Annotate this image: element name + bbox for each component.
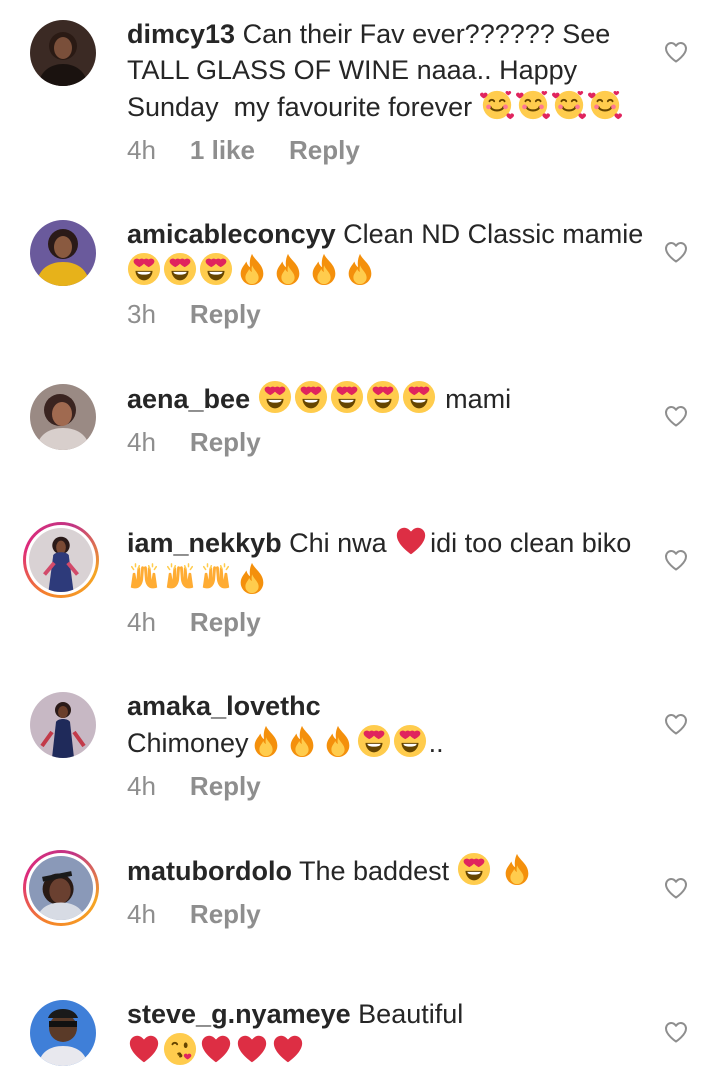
- comment-meta: 4h 1 like Reply: [127, 134, 360, 166]
- comment-username[interactable]: steve_g.nyameye: [127, 999, 351, 1029]
- comment-timestamp: 4h: [127, 771, 156, 801]
- smiling-face-with-hearts-icon: [480, 88, 514, 122]
- comment-meta: 3h Reply: [127, 298, 261, 330]
- heart-eyes-icon: [402, 380, 436, 414]
- heart-outline-icon[interactable]: [664, 713, 688, 735]
- fire-icon: [249, 724, 283, 758]
- fire-icon: [271, 252, 305, 286]
- comment-body: iam_nekkyb Chi nwa idi too clean biko: [127, 524, 652, 598]
- comment-meta: 4h Reply: [127, 426, 261, 458]
- comment-username[interactable]: amaka_lovethc: [127, 691, 321, 721]
- reply-button[interactable]: Reply: [190, 606, 261, 638]
- comment-meta: 4h Reply: [127, 770, 261, 802]
- comment-meta: 4h Reply: [127, 606, 261, 638]
- heart-eyes-icon: [294, 380, 328, 414]
- comment-timestamp: 4h: [127, 607, 156, 637]
- comment-timestamp: 4h: [127, 427, 156, 457]
- smiling-face-with-hearts-icon: [552, 88, 586, 122]
- red-heart-icon: [127, 1032, 161, 1066]
- heart-eyes-icon: [199, 252, 233, 286]
- heart-eyes-icon: [393, 724, 427, 758]
- reply-button[interactable]: Reply: [190, 898, 261, 930]
- heart-outline-icon[interactable]: [664, 41, 688, 63]
- comment-username[interactable]: amicableconcyy: [127, 219, 336, 249]
- comment-timestamp: 4h: [127, 899, 156, 929]
- comment-username[interactable]: dimcy13: [127, 19, 235, 49]
- heart-outline-icon[interactable]: [664, 1021, 688, 1043]
- fire-icon: [285, 724, 319, 758]
- red-heart-icon: [271, 1032, 305, 1066]
- reply-button[interactable]: Reply: [190, 298, 261, 330]
- heart-eyes-icon: [330, 380, 364, 414]
- comment-body: aena_bee mami: [127, 380, 652, 417]
- heart-outline-icon[interactable]: [664, 877, 688, 899]
- heart-eyes-icon: [127, 252, 161, 286]
- fire-icon: [235, 561, 269, 595]
- comment-meta: 4h Reply: [127, 898, 261, 930]
- heart-eyes-icon: [163, 252, 197, 286]
- avatar[interactable]: [30, 384, 96, 450]
- red-heart-icon: [394, 524, 428, 558]
- smiling-face-with-hearts-icon: [516, 88, 550, 122]
- comment-username[interactable]: iam_nekkyb: [127, 528, 282, 558]
- heart-outline-icon[interactable]: [664, 549, 688, 571]
- reply-button[interactable]: Reply: [289, 134, 360, 166]
- heart-eyes-icon: [457, 852, 491, 886]
- comment-body: steve_g.nyameye Beautiful: [127, 996, 652, 1069]
- fire-icon: [500, 852, 534, 886]
- avatar[interactable]: [30, 692, 96, 758]
- avatar[interactable]: [30, 1000, 96, 1066]
- comment-like-count[interactable]: 1 like: [190, 134, 255, 166]
- comment-body: amaka_lovethc Chimoney..: [127, 688, 652, 761]
- comment-body: dimcy13 Can their Fav ever?????? See TAL…: [127, 16, 652, 125]
- heart-eyes-icon: [258, 380, 292, 414]
- fire-icon: [321, 724, 355, 758]
- heart-outline-icon[interactable]: [664, 405, 688, 427]
- fire-icon: [343, 252, 377, 286]
- reply-button[interactable]: Reply: [190, 426, 261, 458]
- raised-hands-icon: [199, 561, 233, 595]
- avatar[interactable]: [30, 20, 96, 86]
- comment-body: matubordolo The baddest: [127, 852, 652, 889]
- comment-body: amicableconcyy Clean ND Classic mamie: [127, 216, 652, 289]
- avatar[interactable]: [23, 522, 99, 598]
- comment-timestamp: 3h: [127, 299, 156, 329]
- comment-text: The baddest: [299, 856, 536, 886]
- heart-eyes-icon: [357, 724, 391, 758]
- raised-hands-icon: [163, 561, 197, 595]
- comment-text: Chimoney..: [127, 728, 444, 758]
- heart-eyes-icon: [366, 380, 400, 414]
- fire-icon: [307, 252, 341, 286]
- red-heart-icon: [199, 1032, 233, 1066]
- avatar[interactable]: [23, 850, 99, 926]
- raised-hands-icon: [127, 561, 161, 595]
- avatar[interactable]: [30, 220, 96, 286]
- comment-username[interactable]: matubordolo: [127, 856, 292, 886]
- red-heart-icon: [235, 1032, 269, 1066]
- heart-outline-icon[interactable]: [664, 241, 688, 263]
- comment-timestamp: 4h: [127, 135, 156, 165]
- comment-username[interactable]: aena_bee: [127, 384, 250, 414]
- face-blowing-kiss-icon: [163, 1032, 197, 1066]
- comment-text: mami: [258, 384, 511, 414]
- smiling-face-with-hearts-icon: [588, 88, 622, 122]
- reply-button[interactable]: Reply: [190, 770, 261, 802]
- fire-icon: [235, 252, 269, 286]
